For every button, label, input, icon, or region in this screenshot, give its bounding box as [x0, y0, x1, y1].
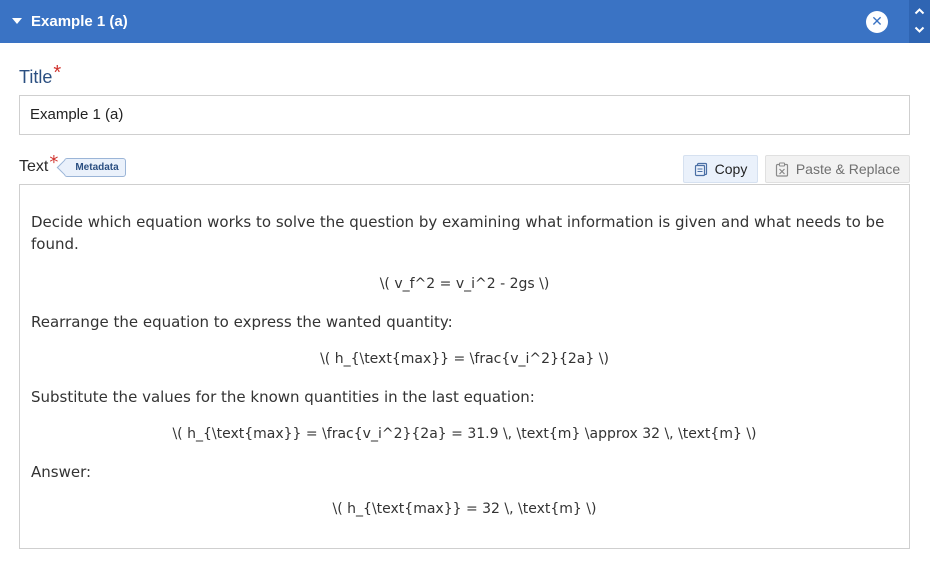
section-header: Example 1 (a) ✕ — [0, 0, 930, 43]
equation-2: \( h_{\text{max}} = \frac{v_i^2}{2a} \) — [320, 351, 609, 367]
section-toggle[interactable]: Example 1 (a) — [12, 11, 128, 31]
text-editor[interactable]: Decide which equation works to solve the… — [19, 184, 910, 549]
equation-3: \( h_{\text{max}} = \frac{v_i^2}{2a} = 3… — [172, 426, 757, 442]
rearrange-paragraph: Rearrange the equation to express the wa… — [31, 313, 453, 331]
required-marker: * — [53, 62, 62, 84]
caret-down-icon[interactable] — [12, 18, 22, 24]
chevron-up-icon[interactable] — [914, 6, 925, 17]
text-label-row: Text * Metadata — [19, 151, 126, 179]
chevron-down-icon[interactable] — [914, 24, 925, 35]
equation-4: \( h_{\text{max}} = 32 \, \text{m} \) — [332, 501, 597, 517]
paste-icon — [775, 162, 788, 177]
title-input[interactable]: Example 1 (a) — [19, 95, 910, 135]
title-label-text: Title — [19, 67, 53, 87]
intro-paragraph: Decide which equation works to solve the… — [31, 213, 885, 253]
title-label: Title* — [19, 62, 61, 89]
copy-label: Copy — [714, 161, 748, 177]
answer-label: Answer: — [31, 463, 92, 481]
text-label: Text — [19, 158, 49, 175]
close-icon[interactable]: ✕ — [866, 11, 888, 33]
required-marker: * — [49, 151, 59, 173]
copy-icon — [694, 162, 707, 176]
section-title: Example 1 (a) — [31, 12, 128, 30]
paste-replace-button[interactable]: Paste & Replace — [765, 155, 910, 183]
reorder-arrows — [909, 0, 930, 43]
copy-button[interactable]: Copy — [683, 155, 758, 183]
metadata-tag[interactable]: Metadata — [64, 157, 126, 177]
paste-replace-label: Paste & Replace — [795, 161, 901, 177]
equation-1: \( v_f^2 = v_i^2 - 2gs \) — [379, 276, 550, 292]
substitute-paragraph: Substitute the values for the known quan… — [31, 388, 535, 406]
